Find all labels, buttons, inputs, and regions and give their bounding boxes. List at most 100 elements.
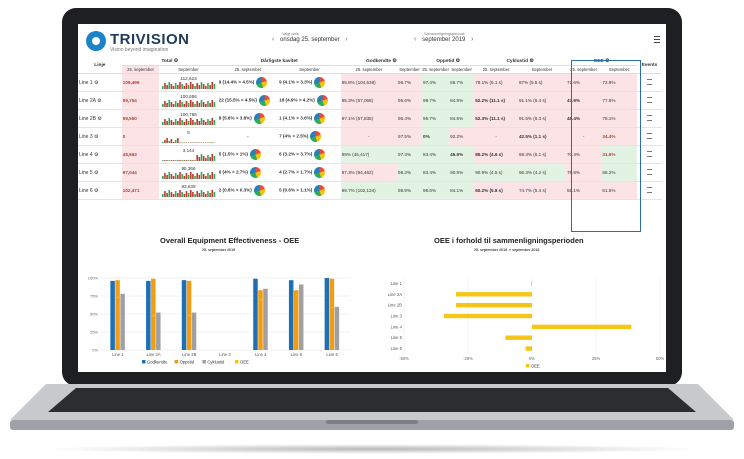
sparkline-bar	[202, 120, 204, 125]
sparkline-bar	[200, 118, 202, 125]
comparison-prev-icon[interactable]: ‹	[414, 36, 416, 43]
cavity-pie-icon[interactable]	[314, 113, 326, 124]
sparkline-bar	[204, 158, 207, 161]
oee-compare-chart-subtitle: 25. september 2019 ↗ september 2019	[474, 248, 540, 252]
sparkline-bar	[180, 84, 183, 89]
bad-quality-value: 1 (4.1% > 3.6%)	[279, 115, 313, 121]
cavity-pie-icon[interactable]	[316, 95, 328, 106]
table-cell-cyc-month: 87% (5.5 s)	[517, 73, 566, 92]
sparkline-bar	[202, 142, 204, 143]
date-selector-value[interactable]: onsdag 25. september	[280, 37, 340, 43]
sparkline-bar	[161, 122, 164, 125]
cavity-pie-icon[interactable]	[249, 167, 261, 178]
col-total[interactable]: Total ⚙	[121, 58, 218, 66]
sparkline-bar	[185, 173, 187, 179]
cavity-pie-icon[interactable]	[253, 185, 265, 196]
cavity-pie-icon[interactable]	[314, 77, 326, 88]
table-cell-line[interactable]: Line 6 ⚙	[78, 181, 122, 200]
cavity-pie-icon[interactable]	[256, 77, 268, 88]
sparkline-bar	[189, 100, 192, 107]
events-list-icon[interactable]	[646, 169, 652, 175]
col-cycle-time[interactable]: Cyklustid ⚙	[474, 58, 566, 66]
sparkline-bar	[189, 160, 192, 161]
events-list-icon[interactable]	[646, 187, 652, 193]
table-cell-cyc-month: 42.5% (1.1 s)	[517, 127, 566, 146]
cavity-pie-icon[interactable]	[249, 149, 261, 160]
col-uptime[interactable]: Oppetid ⚙	[422, 58, 475, 66]
sparkline-bar	[185, 142, 187, 143]
x-tick-label: Line 2A	[146, 352, 160, 357]
cavity-pie-icon[interactable]	[314, 167, 326, 178]
sparkline-bar	[180, 120, 183, 125]
table-cell-total-day: 0	[121, 127, 160, 146]
events-list-icon[interactable]	[646, 97, 652, 103]
events-list-icon[interactable]	[646, 151, 652, 157]
y-tick-label: 75%	[90, 294, 98, 299]
table-cell-cyc-month: 91.5% (6.3 s)	[517, 109, 566, 128]
table-cell-total-month: 100,766	[159, 109, 218, 128]
events-list-icon[interactable]	[646, 133, 652, 139]
sparkline-bar	[213, 120, 215, 125]
cavity-pie-icon[interactable]	[314, 149, 326, 160]
y-tick-label: Line 6	[391, 346, 403, 351]
sparkline-bar	[172, 160, 174, 161]
bad-quality-value: 6 (3.2% > 3.7%)	[279, 151, 313, 157]
sparkline-bar	[198, 121, 200, 125]
sparkline-bar	[195, 191, 198, 197]
laptop-base	[10, 384, 734, 430]
cavity-pie-icon[interactable]	[310, 131, 322, 142]
table-cell-bad-day: 22 (15.5% > 4.5%)	[217, 91, 279, 110]
cavity-pie-icon[interactable]	[253, 113, 265, 124]
table-cell-up-day: 95.7%	[422, 109, 450, 128]
sparkline-bar	[204, 104, 207, 107]
top-bar: TRIVISION Vision beyond imagination Valg…	[78, 24, 666, 58]
table-cell-line[interactable]: Line 2B ⚙	[78, 109, 122, 128]
sparkline-bar	[170, 84, 172, 89]
sparkline-bar	[185, 119, 187, 125]
sparkline-bar	[167, 82, 170, 89]
table-cell-total-month: 93,639	[159, 181, 218, 200]
events-list-icon[interactable]	[646, 79, 652, 85]
events-list-icon[interactable]	[646, 115, 652, 121]
table-cell-bad-month: 7 (4% > 2.5%)	[278, 127, 341, 146]
comparison-selector: Sammenligningsperiode ‹ september 2019 ›	[410, 32, 477, 43]
table-cell-bad-month: 5 (0.6% > 1.1%)	[278, 181, 341, 200]
cavity-pie-icon[interactable]	[258, 95, 270, 106]
comparison-next-icon[interactable]: ›	[471, 36, 473, 43]
sub-month: September	[449, 65, 475, 74]
col-approved[interactable]: Godkendte ⚙	[340, 58, 423, 66]
sparkline-bar	[193, 176, 196, 179]
sparkline-bar	[187, 85, 189, 89]
table-cell-line[interactable]: Line 1 ⚙	[78, 73, 122, 92]
bar-cyklustid	[156, 312, 161, 350]
table-cell-bad-day: 8 (5.6% > 3.8%)	[217, 109, 279, 128]
sparkline-bar	[202, 174, 204, 179]
table-cell-app-day: 97.1% (57,835)	[340, 109, 398, 128]
sparkline-bar	[187, 121, 189, 125]
sparkline-bar	[176, 103, 179, 107]
table-cell-line[interactable]: Line 5 ⚙	[78, 163, 122, 182]
bar-cyklustid	[334, 306, 340, 350]
cavity-pie-icon[interactable]	[314, 185, 326, 196]
table-cell-up-month: 84.9%	[449, 91, 475, 110]
table-cell-line[interactable]: Line 2A ⚙	[78, 91, 122, 110]
sparkline-bar	[191, 120, 194, 125]
total-month-sparkline	[161, 118, 215, 125]
table-cell-line[interactable]: Line 3 ⚙	[78, 127, 122, 146]
sparkline-bar	[163, 140, 166, 143]
date-next-icon[interactable]: ›	[345, 36, 347, 43]
sparkline-bar	[187, 193, 189, 197]
menu-icon[interactable]	[654, 36, 660, 43]
bad-quality-value: 22 (15.5% > 4.5%)	[218, 97, 257, 103]
table-cell-bad-month: 9 (4.1% > 3.3%)	[278, 73, 341, 92]
comparison-selector-value[interactable]: september 2019	[422, 37, 465, 43]
date-prev-icon[interactable]: ‹	[272, 36, 274, 43]
sparkline-bar	[210, 82, 213, 89]
sparkline-bar	[178, 142, 181, 143]
brand-name: TRIVISION	[110, 31, 190, 48]
sparkline-bar	[204, 122, 207, 125]
bad-quality-value: 9 (14.4% > 4.5%)	[218, 79, 255, 85]
table-cell-line[interactable]: Line 4 ⚙	[78, 145, 122, 164]
bad-quality-value: 4 (2.7% > 1.7%)	[279, 169, 313, 175]
sparkline-bar	[180, 142, 183, 143]
